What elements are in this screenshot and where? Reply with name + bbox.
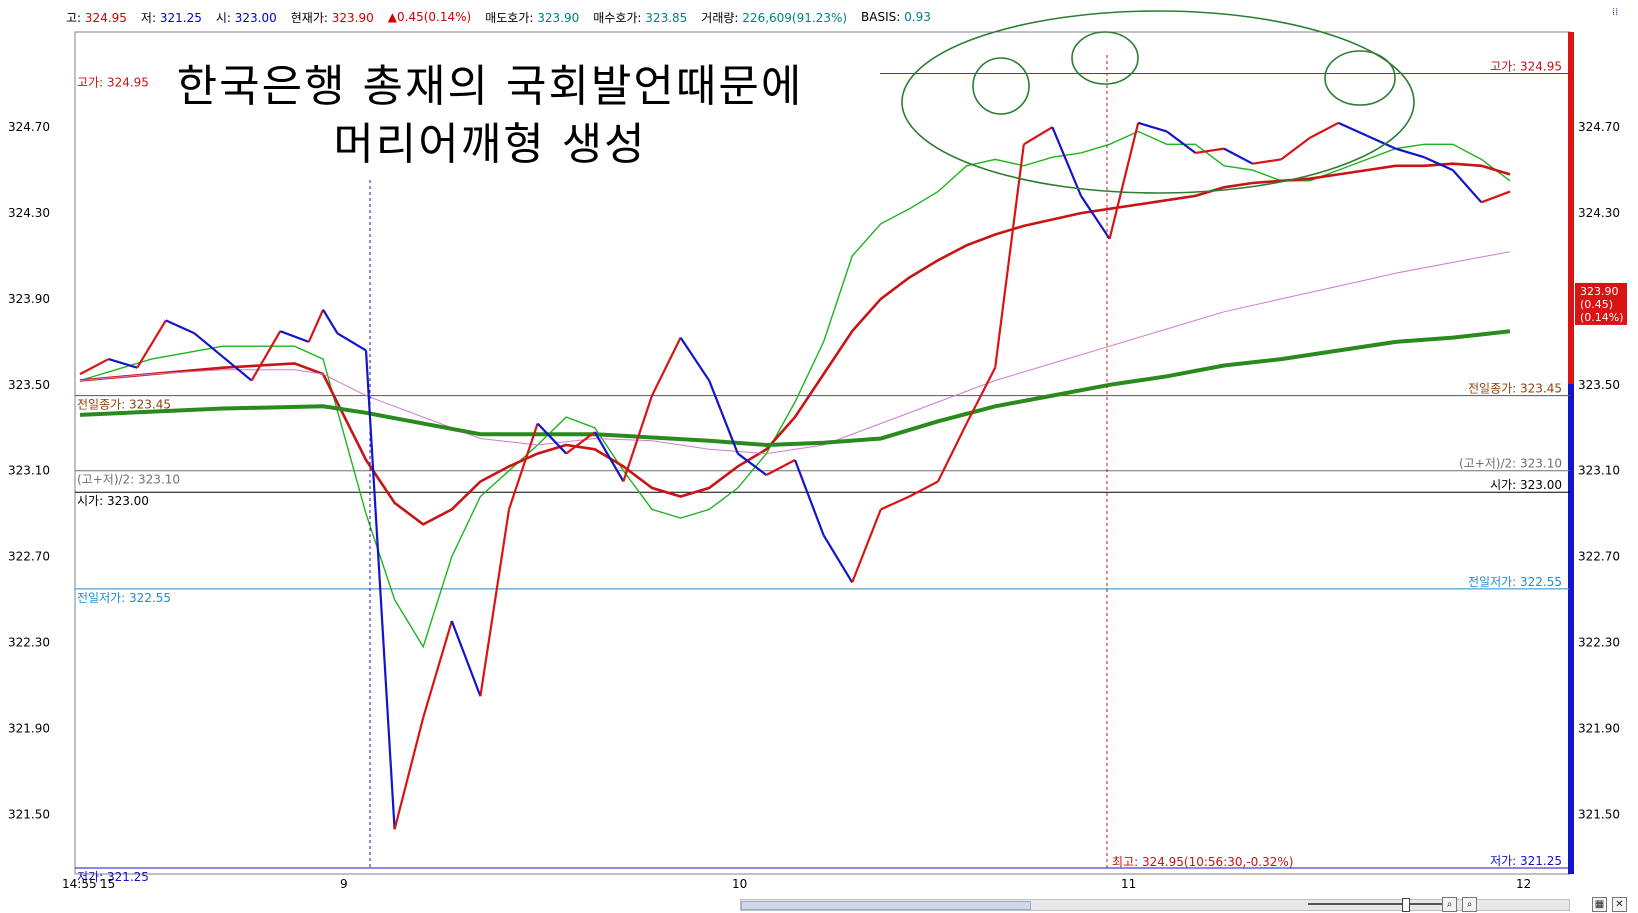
y-tick-label-left: 322.30 (8, 636, 50, 650)
annotation-line-1: 한국은행 총재의 국회발언때문에 (176, 61, 804, 112)
scrollbar-thumb[interactable] (741, 901, 1031, 910)
zoom-out-icon[interactable]: ⌕ (1442, 897, 1457, 912)
y-tick-label-left: 321.90 (8, 721, 50, 735)
reference-label-right: 전일종가: 323.45 (1468, 382, 1562, 396)
y-tick-label-left: 323.90 (8, 292, 50, 306)
x-tick-label: 10 (732, 877, 747, 891)
y-tick-label-right: 323.10 (1578, 464, 1620, 478)
reference-label-right: 저가: 321.25 (1490, 854, 1562, 868)
annotation-text: 한국은행 총재의 국회발언때문에 머리어깨형 생성 (110, 58, 870, 174)
y-tick-label-left: 324.70 (8, 120, 50, 134)
x-tick-label: 12 (1516, 877, 1531, 891)
annotation-line-2: 머리어깨형 생성 (333, 119, 647, 170)
config-icon[interactable]: ▦ (1592, 897, 1607, 912)
zoom-in-icon[interactable]: ⌕ (1462, 897, 1477, 912)
close-icon[interactable]: ✕ (1612, 897, 1627, 912)
high-marker-label: 최고: 324.95(10:56:30,-0.32%) (1112, 855, 1293, 869)
down-volume-bar (1568, 384, 1574, 874)
x-tick-label: 9 (340, 877, 348, 891)
y-tick-label-left: 322.70 (8, 550, 50, 564)
chart-window: 고: 324.95 저: 321.25 시: 323.00 현재가: 323.9… (0, 0, 1638, 913)
reference-label-right: (고+저)/2: 323.10 (1459, 457, 1562, 471)
up-volume-bar (1568, 32, 1574, 384)
reference-label-right: 전일저가: 322.55 (1468, 575, 1562, 589)
reference-label-left: (고+저)/2: 323.10 (77, 473, 180, 487)
x-tick-label: 14:55 (62, 877, 97, 891)
y-tick-label-right: 323.50 (1578, 378, 1620, 392)
reference-label-right: 시가: 323.00 (1490, 478, 1562, 492)
y-tick-label-right: 324.70 (1578, 120, 1620, 134)
reference-label-left: 시가: 323.00 (77, 494, 149, 508)
zoom-slider-track[interactable] (1308, 903, 1448, 905)
current-price-badge-text: (0.14%) (1580, 311, 1624, 324)
y-tick-label-right: 322.30 (1578, 636, 1620, 650)
reference-label-right: 고가: 324.95 (1490, 59, 1562, 73)
y-tick-label-left: 323.50 (8, 378, 50, 392)
x-tick-label: 11 (1121, 877, 1136, 891)
zoom-slider-thumb[interactable] (1402, 898, 1410, 912)
y-tick-label-left: 321.50 (8, 807, 50, 821)
x-tick-label: 15 (100, 877, 115, 891)
reference-label-left: 전일저가: 322.55 (77, 591, 171, 605)
current-price-badge-text: 323.90 (1580, 285, 1619, 298)
y-tick-label-left: 323.10 (8, 464, 50, 478)
y-tick-label-right: 324.30 (1578, 206, 1620, 220)
y-tick-label-right: 322.70 (1578, 550, 1620, 564)
current-price-badge-text: (0.45) (1580, 298, 1613, 311)
y-tick-label-left: 324.30 (8, 206, 50, 220)
y-tick-label-right: 321.50 (1578, 807, 1620, 821)
y-tick-label-right: 321.90 (1578, 721, 1620, 735)
